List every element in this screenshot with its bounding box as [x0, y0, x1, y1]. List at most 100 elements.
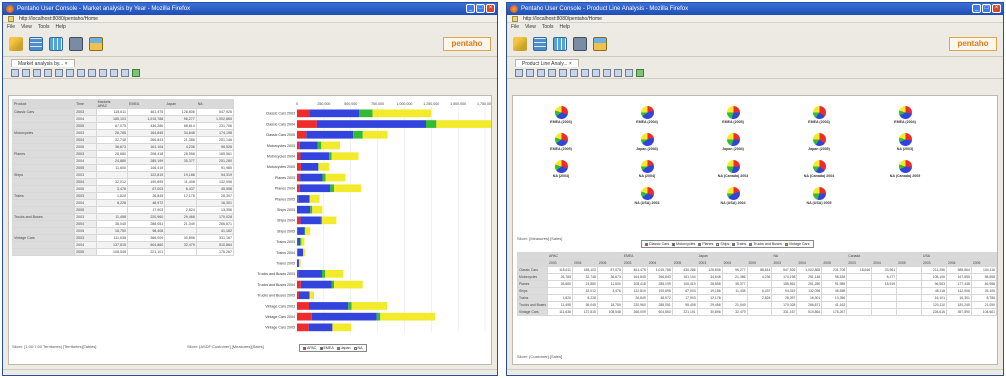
row-header-year[interactable]: 2005 — [74, 164, 97, 172]
row-header-product[interactable] — [11, 227, 76, 235]
menu-file[interactable]: File — [7, 23, 15, 31]
col-header-emea[interactable]: EMEA — [127, 99, 166, 109]
col-year-header[interactable]: 2003 — [771, 259, 798, 267]
pie-chart[interactable] — [640, 187, 654, 200]
row-header-product[interactable]: Classic Cars — [516, 266, 549, 274]
pie-chart[interactable] — [898, 133, 912, 146]
excel-export-icon[interactable] — [132, 68, 140, 77]
row-header-product[interactable] — [11, 185, 76, 193]
row-header-year[interactable]: 2003 — [74, 150, 97, 158]
pie-chart[interactable] — [554, 160, 568, 173]
col-year-header[interactable]: 2003 — [547, 259, 573, 267]
col-year-header[interactable]: 2004 — [571, 259, 598, 267]
row-header-year[interactable]: 2005 — [74, 206, 97, 214]
row-header-year[interactable]: 2003 — [74, 129, 97, 137]
cube-navigator-icon[interactable] — [11, 68, 19, 77]
tab-product-line[interactable]: Product Line Analy... × — [515, 59, 579, 67]
row-header-year[interactable]: 2003 — [74, 213, 97, 221]
row-header-year[interactable]: 2005 — [74, 122, 97, 130]
row-header-product[interactable] — [11, 122, 76, 130]
row-header-product[interactable]: Classic Cars — [11, 108, 76, 116]
col-header-na[interactable]: NA — [195, 99, 235, 109]
row-header-year[interactable]: 2004 — [74, 220, 97, 228]
row-header-year[interactable]: 2004 — [74, 136, 97, 144]
menu-tools[interactable]: Tools — [38, 23, 50, 31]
col-header-japan[interactable]: Japan — [164, 99, 197, 109]
row-header-product[interactable] — [11, 241, 76, 249]
row-header-product[interactable]: Ships — [516, 287, 549, 295]
pie-chart[interactable] — [898, 160, 912, 173]
col-year-header[interactable]: 2003 — [696, 259, 723, 267]
row-header-product[interactable]: Vintage Cars — [11, 234, 76, 242]
menu-view[interactable]: View — [21, 23, 32, 31]
col-group-header[interactable]: USA — [921, 252, 997, 260]
row-header-product[interactable] — [11, 143, 76, 151]
swap-axes-icon[interactable] — [592, 68, 600, 77]
tab-market-analysis[interactable]: Market analysis by... × — [11, 59, 75, 67]
close-button[interactable]: × — [992, 4, 1001, 13]
analysis-view-icon[interactable] — [29, 36, 43, 51]
chart-icon[interactable] — [614, 68, 622, 77]
row-header-year[interactable]: 2003 — [74, 171, 97, 179]
pie-chart[interactable] — [812, 160, 826, 173]
drill-member-icon[interactable] — [603, 68, 611, 77]
row-header-product[interactable] — [11, 220, 76, 228]
address-bar[interactable]: http://localhost:8080/pentaho/Home — [507, 15, 1003, 23]
row-header-product[interactable] — [11, 248, 76, 256]
drill-member-icon[interactable] — [99, 68, 107, 77]
suppress-empty-icon[interactable] — [581, 68, 589, 77]
row-header-product[interactable] — [11, 199, 76, 207]
show-parent-icon[interactable] — [44, 68, 52, 77]
menu-file[interactable]: File — [511, 23, 519, 31]
col-year-header[interactable]: 2003 — [921, 259, 947, 267]
row-header-product[interactable] — [11, 136, 76, 144]
col-header-apac[interactable]: Markets APAC — [95, 99, 129, 109]
row-header-product[interactable]: Trains — [516, 294, 549, 302]
col-year-header[interactable]: 2005 — [970, 259, 997, 267]
pie-chart[interactable] — [812, 106, 826, 119]
row-header-product[interactable] — [11, 115, 76, 123]
pie-chart[interactable] — [726, 133, 740, 146]
row-header-product[interactable] — [11, 178, 76, 186]
close-button[interactable]: × — [486, 4, 495, 13]
suppress-empty-icon[interactable] — [77, 68, 85, 77]
col-year-header[interactable]: 2005 — [596, 259, 623, 267]
excel-export-icon[interactable] — [636, 68, 644, 77]
row-header-product[interactable]: Trucks and Buses — [516, 301, 549, 309]
row-header-product[interactable]: Planes — [11, 150, 76, 158]
row-header-year[interactable]: 2003 — [74, 192, 97, 200]
row-header-product[interactable] — [11, 157, 76, 165]
pie-chart[interactable] — [640, 133, 654, 146]
row-header-product[interactable]: Ships — [11, 171, 76, 179]
col-header-time[interactable]: Time — [74, 99, 97, 109]
col-year-header[interactable]: 2004 — [721, 259, 748, 267]
maximize-button[interactable]: □ — [476, 4, 485, 13]
col-year-header[interactable]: 2004 — [796, 259, 823, 267]
row-header-year[interactable]: 2004 — [74, 157, 97, 165]
edit-report-icon[interactable] — [9, 36, 23, 51]
report-icon[interactable] — [553, 36, 567, 51]
open-folder-icon[interactable] — [593, 36, 607, 51]
col-year-header[interactable]: 2003 — [621, 259, 648, 267]
row-header-year[interactable]: 2003 — [74, 234, 97, 242]
hide-spans-icon[interactable] — [55, 68, 63, 77]
row-header-year[interactable]: 2004 — [74, 115, 97, 123]
chart-config-icon[interactable] — [121, 68, 129, 77]
row-header-year[interactable]: 2003 — [74, 108, 97, 116]
edit-report-icon[interactable] — [513, 36, 527, 51]
col-header-product[interactable]: Product — [11, 99, 76, 109]
row-header-product[interactable]: Planes — [516, 280, 549, 288]
col-year-header[interactable]: 2005 — [746, 259, 773, 267]
row-header-product[interactable]: Trucks and Buses — [11, 213, 76, 221]
row-header-product[interactable]: Motorcycles — [516, 273, 549, 281]
col-year-header[interactable]: 2004 — [945, 259, 972, 267]
olap-config-icon[interactable] — [537, 68, 545, 77]
chart-icon[interactable] — [110, 68, 118, 77]
menu-help[interactable]: Help — [560, 23, 570, 31]
show-properties-icon[interactable] — [66, 68, 74, 77]
report-icon[interactable] — [49, 36, 63, 51]
pie-chart[interactable] — [640, 160, 654, 173]
minimize-button[interactable]: _ — [466, 4, 475, 13]
swap-axes-icon[interactable] — [88, 68, 96, 77]
col-year-header[interactable]: 2005 — [896, 259, 923, 267]
